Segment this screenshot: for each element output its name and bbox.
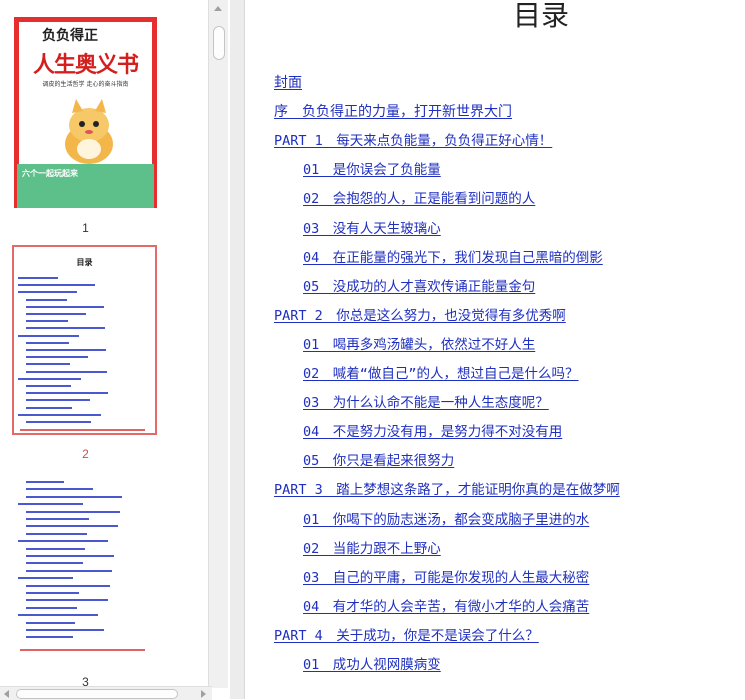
toc-chapter-link[interactable]: 05 没成功的人才喜欢传诵正能量金句 bbox=[303, 278, 535, 296]
mini-page-line bbox=[26, 592, 79, 594]
mini-page-line bbox=[26, 636, 73, 639]
mini-page-line bbox=[26, 488, 93, 491]
mini-page-line bbox=[26, 599, 108, 602]
mini-page-line bbox=[18, 614, 98, 617]
mini-toc-line bbox=[26, 313, 86, 315]
toc-chapter-link[interactable]: 02 会抱怨的人，正是能看到问题的人 bbox=[303, 190, 535, 208]
mini-toc-line bbox=[26, 349, 106, 351]
toc-section-link[interactable]: PART 3 踏上梦想这条路了，才能证明你真的是在做梦啊 bbox=[274, 481, 620, 499]
cover-green-text: 六个一起玩起来 bbox=[22, 169, 78, 178]
mini-toc-line bbox=[26, 399, 90, 402]
mini-footer-line bbox=[20, 649, 145, 651]
mini-page-line bbox=[18, 503, 83, 506]
toc-chapter-link[interactable]: 01 喝再多鸡汤罐头，依然过不好人生 bbox=[303, 336, 535, 354]
toc-chapter-link[interactable]: 04 在正能量的强光下，我们发现自己黑暗的倒影 bbox=[303, 249, 603, 267]
mini-page-line bbox=[26, 621, 75, 624]
mini-toc-line bbox=[26, 421, 91, 423]
mini-toc-line bbox=[26, 298, 67, 301]
toc-chapter-link[interactable]: 05 你只是看起来很努力 bbox=[303, 452, 454, 470]
toc-chapter-link[interactable]: 03 为什么认命不能是一种人生态度呢？ bbox=[303, 394, 549, 412]
mini-page-line bbox=[26, 584, 110, 587]
cover-title-main: 人生奥义书 bbox=[32, 53, 139, 78]
page-thumbnail-1[interactable]: 负负得正 人生奥义书 调皮的生活哲学 走心的奋斗指南 六个一起玩起来 bbox=[14, 17, 157, 208]
toc-chapter-link[interactable]: 04 不是努力没有用，是努力得不对没有用 bbox=[303, 423, 562, 441]
toc-chapter-link[interactable]: 03 自己的平庸，可能是你发现的人生最大秘密 bbox=[303, 569, 589, 587]
mini-toc-line bbox=[26, 385, 71, 387]
toc-section-link[interactable]: 封面 bbox=[274, 74, 302, 92]
mini-toc-line bbox=[18, 291, 77, 294]
mini-page-line bbox=[26, 495, 122, 498]
toc-chapter-link[interactable]: 02 喊着“做自己”的人，想过自己是什么吗？ bbox=[303, 365, 579, 383]
mini-toc-line bbox=[26, 363, 70, 366]
mini-toc-line bbox=[18, 377, 81, 380]
mini-toc-line bbox=[18, 284, 95, 287]
toc-chapter-link[interactable]: 01 是你误会了负能量 bbox=[303, 161, 441, 179]
mini-page-line bbox=[26, 518, 89, 520]
toc-chapter-link[interactable]: 01 你喝下的励志迷汤，都会变成脑子里进的水 bbox=[303, 511, 589, 529]
mini-page-line bbox=[26, 547, 85, 550]
toc-section-link[interactable]: PART 4 关于成功，你是不是误会了什么？ bbox=[274, 627, 539, 645]
sidebar-horizontal-scrollbar[interactable] bbox=[0, 686, 212, 700]
mini-page-line bbox=[18, 577, 73, 580]
mini-footer-line bbox=[20, 429, 145, 431]
mini-page-line bbox=[26, 510, 120, 513]
mini-page-line bbox=[18, 540, 108, 543]
document-page: 目录 封面序 负负得正的力量，打开新世界大门 PART 1 每天来点负能量，负负得… bbox=[245, 0, 745, 699]
mini-page-line bbox=[26, 481, 64, 483]
mini-page-line bbox=[26, 525, 118, 528]
mini-toc-line bbox=[18, 334, 79, 337]
scroll-left-arrow-icon[interactable] bbox=[4, 690, 9, 698]
cover-title-top: 负负得正 bbox=[42, 28, 98, 44]
mini-toc-line bbox=[26, 305, 104, 308]
mini-toc-line bbox=[26, 392, 108, 395]
mini-page-line bbox=[26, 629, 104, 631]
mini-page-line bbox=[26, 532, 87, 535]
mini-toc-line bbox=[18, 413, 101, 416]
scroll-right-arrow-icon[interactable] bbox=[201, 690, 206, 698]
mini-toc-line bbox=[26, 356, 88, 359]
mini-page-line bbox=[26, 606, 77, 609]
horizontal-scrollbar-thumb[interactable] bbox=[16, 689, 178, 699]
thumbnail-sidebar: 负负得正 人生奥义书 调皮的生活哲学 走心的奋斗指南 六个一起玩起来 1 目录 … bbox=[0, 0, 231, 699]
mini-toc-title: 目录 bbox=[76, 258, 93, 267]
mini-toc-line bbox=[26, 341, 69, 344]
scrollbar-thumb[interactable] bbox=[213, 26, 225, 60]
toc-section-link[interactable]: PART 1 每天来点负能量，负负得正好心情！ bbox=[274, 132, 552, 150]
scroll-up-arrow-icon[interactable] bbox=[214, 6, 222, 11]
pane-divider[interactable] bbox=[230, 0, 245, 699]
toc-chapter-link[interactable]: 04 有才华的人会辛苦，有微小才华的人会痛苦 bbox=[303, 598, 589, 616]
toc-section-link[interactable]: 序 负负得正的力量，打开新世界大门 bbox=[274, 103, 512, 121]
page-thumbnail-2[interactable]: 目录 bbox=[12, 245, 157, 435]
sidebar-vertical-scrollbar[interactable] bbox=[208, 0, 228, 688]
mini-page-line bbox=[26, 562, 83, 565]
mini-page-line bbox=[26, 569, 112, 572]
mini-page-line bbox=[26, 555, 114, 557]
cover-subtitle: 调皮的生活哲学 走心的奋斗指南 bbox=[42, 81, 129, 88]
mini-toc-line bbox=[26, 327, 105, 330]
toc-chapter-link[interactable]: 03 没有人天生玻璃心 bbox=[303, 220, 441, 238]
mini-toc-line bbox=[26, 370, 107, 373]
mini-toc-line bbox=[18, 277, 58, 279]
page-title: 目录 bbox=[513, 0, 570, 32]
page-number-2: 2 bbox=[82, 447, 89, 461]
page-number-1: 1 bbox=[82, 221, 89, 235]
mini-toc-line bbox=[26, 320, 68, 323]
mini-toc-line bbox=[26, 406, 72, 409]
page-thumbnail-3[interactable] bbox=[14, 473, 157, 661]
toc-chapter-link[interactable]: 02 当能力跟不上野心 bbox=[303, 540, 441, 558]
cat-illustration-icon bbox=[65, 99, 113, 164]
toc-chapter-link[interactable]: 01 成功人视网膜病变 bbox=[303, 656, 441, 674]
toc-section-link[interactable]: PART 2 你总是这么努力，也没觉得有多优秀啊 bbox=[274, 307, 566, 325]
